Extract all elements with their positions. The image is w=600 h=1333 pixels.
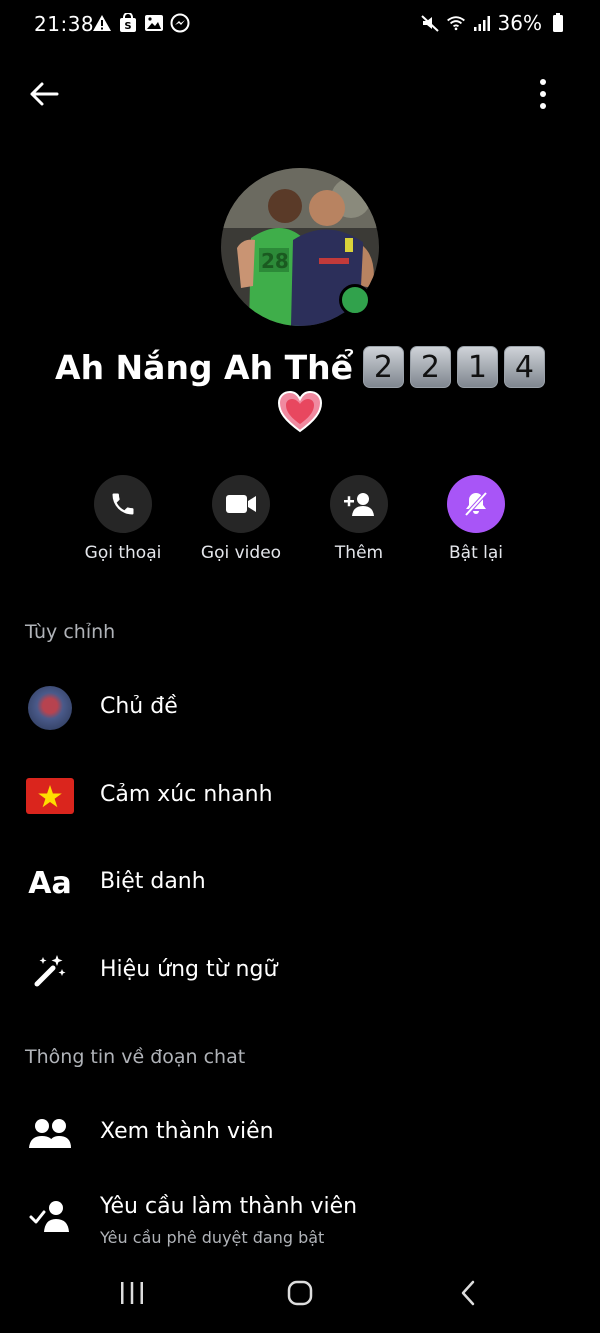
menu-item-sublabel: Yêu cầu phê duyệt đang bật <box>100 1228 325 1247</box>
add-person-icon[interactable] <box>330 475 388 533</box>
wifi-icon <box>446 13 466 33</box>
mute-icon <box>420 13 440 33</box>
messenger-icon <box>170 13 190 33</box>
battery-icon <box>548 13 568 33</box>
signal-icon <box>472 13 492 33</box>
recent-apps-icon[interactable] <box>112 1276 152 1310</box>
system-nav-bar <box>0 1262 600 1322</box>
back-nav-icon[interactable] <box>448 1276 488 1310</box>
video-camera-icon[interactable] <box>212 475 270 533</box>
heart-emoji <box>0 390 600 449</box>
theme-thumbnail <box>25 686 75 730</box>
number-tile: 2 <box>362 346 404 388</box>
unmute-button[interactable]: Bật lại <box>416 475 536 563</box>
status-bar: 21:38 S 36% <box>0 0 600 50</box>
system-status: 36% <box>420 11 568 35</box>
video-call-button[interactable]: Gọi video <box>181 475 301 563</box>
profile-name-row: Ah Nắng Ah Thể 2 2 1 4 <box>0 346 600 388</box>
number-tile: 2 <box>409 346 451 388</box>
shopee-icon: S <box>118 13 138 33</box>
home-icon[interactable] <box>280 1276 320 1310</box>
voice-call-label: Gọi thoại <box>84 543 162 563</box>
profile-avatar-container[interactable]: 28 <box>221 168 379 326</box>
online-status-dot <box>339 284 371 316</box>
phone-icon[interactable] <box>94 475 152 533</box>
magic-wand-icon <box>25 949 75 993</box>
status-time: 21:38 <box>34 12 95 36</box>
profile-name: Ah Nắng Ah Thể <box>55 347 353 387</box>
add-member-button[interactable]: Thêm <box>299 475 419 563</box>
menu-item-label: Hiệu ứng từ ngữ <box>100 957 278 982</box>
battery-percent: 36% <box>497 11 542 35</box>
pink-heart-icon <box>277 390 323 433</box>
notification-icons: S <box>92 13 190 33</box>
menu-item-membership-requests[interactable]: Yêu cầu làm thành viên Yêu cầu phê duyệt… <box>0 1178 600 1258</box>
menu-item-nicknames[interactable]: Aa Biệt danh <box>0 853 600 913</box>
number-tile: 4 <box>503 346 545 388</box>
chat-info-section-title: Thông tin về đoạn chat <box>25 1046 246 1068</box>
warning-icon <box>92 13 112 33</box>
number-emoji-tiles: 2 2 1 4 <box>362 346 545 388</box>
top-bar <box>0 70 600 116</box>
aa-text-icon: Aa <box>28 865 72 901</box>
muted-bell-icon[interactable] <box>447 475 505 533</box>
menu-item-quick-reaction[interactable]: Cảm xúc nhanh <box>0 766 600 826</box>
video-call-label: Gọi video <box>200 543 282 563</box>
gallery-icon <box>144 13 164 33</box>
menu-item-word-effects[interactable]: Hiệu ứng từ ngữ <box>0 941 600 1001</box>
person-check-icon <box>25 1194 75 1238</box>
menu-item-theme[interactable]: Chủ đề <box>0 678 600 738</box>
menu-item-label: Yêu cầu làm thành viên <box>100 1194 358 1219</box>
svg-text:28: 28 <box>261 249 289 273</box>
add-member-label: Thêm <box>334 543 384 563</box>
back-arrow-icon[interactable] <box>26 76 62 112</box>
menu-item-label: Xem thành viên <box>100 1119 274 1144</box>
action-buttons: Gọi thoại Gọi video Thêm Bật lại <box>0 475 600 575</box>
menu-item-label: Biệt danh <box>100 869 206 894</box>
voice-call-button[interactable]: Gọi thoại <box>63 475 183 563</box>
menu-item-view-members[interactable]: Xem thành viên <box>0 1103 600 1163</box>
menu-item-label: Chủ đề <box>100 694 178 719</box>
more-options-icon[interactable] <box>528 74 558 114</box>
vietnam-flag-emoji <box>25 774 75 818</box>
svg-text:S: S <box>124 21 131 32</box>
people-icon <box>25 1111 75 1155</box>
customize-section-title: Tùy chỉnh <box>25 621 116 643</box>
menu-item-label: Cảm xúc nhanh <box>100 782 273 807</box>
unmute-label: Bật lại <box>448 543 503 563</box>
number-tile: 1 <box>456 346 498 388</box>
